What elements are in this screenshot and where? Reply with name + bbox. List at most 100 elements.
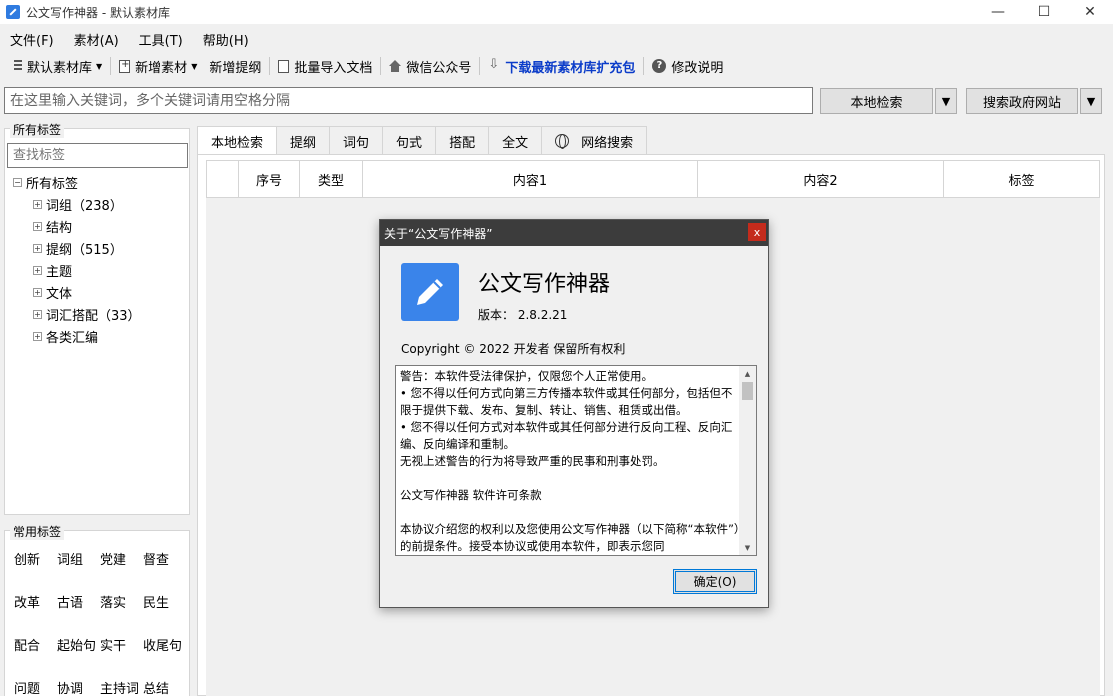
local-search-button[interactable]: 本地检索 [820,88,933,114]
new-outline-button[interactable]: 新增提纲 [203,54,267,78]
tree-item[interactable]: + 各类汇编 [13,325,141,347]
download-pack-label: 下载最新素材库扩充包 [505,60,636,76]
changelog-label: 修改说明 [671,60,724,76]
tree-item-label: 词汇搭配（33） [46,308,141,324]
expand-icon[interactable]: + [33,265,42,275]
common-tag[interactable]: 古语 [57,592,100,635]
new-material-label: 新增素材 [135,60,188,76]
tab-sentence-patterns[interactable]: 句式 [382,126,437,155]
common-tag[interactable]: 起始句 [57,635,100,678]
tab-full-text[interactable]: 全文 [488,126,543,155]
globe-icon [555,134,570,149]
license-text: 警告：本软件受法律保护，仅限您个人正常使用。 • 您不得以任何方式向第三方传播本… [400,369,740,553]
expand-icon[interactable]: + [33,331,42,341]
tag-search-input[interactable] [7,143,188,168]
close-button[interactable]: ✕ [1067,0,1113,24]
tab-collocations[interactable]: 搭配 [435,126,490,155]
keyword-search-input[interactable] [4,87,813,114]
tree-item-label: 各类汇编 [46,330,99,346]
menu-material[interactable]: 素材(A) [64,30,129,49]
common-tag[interactable]: 主持词 [100,678,143,696]
common-tag[interactable]: 词组 [57,549,100,592]
common-tag[interactable]: 民生 [143,592,186,635]
common-tag[interactable]: 收尾句 [143,635,186,678]
chevron-down-icon: ▼ [96,61,103,71]
tree-item[interactable]: + 结构 [13,215,141,237]
column-header-index[interactable]: 序号 [239,161,300,197]
tab-web-search[interactable]: 网络搜索 [541,126,648,155]
tab-phrases[interactable]: 词句 [329,126,384,155]
tree-item[interactable]: + 文体 [13,281,141,303]
common-tag[interactable]: 配合 [14,635,57,678]
common-tag[interactable]: 改革 [14,592,57,635]
common-tag[interactable]: 党建 [100,549,143,592]
expand-icon[interactable]: + [33,199,42,209]
menu-help[interactable]: 帮助(H) [193,30,259,49]
menu-file[interactable]: 文件(F) [0,30,64,49]
common-tag[interactable]: 实干 [100,635,143,678]
help-icon: ? [652,59,667,73]
tree-item[interactable]: + 提纲（515） [13,237,141,259]
common-tag[interactable]: 督查 [143,549,186,592]
column-header-select[interactable] [207,161,239,197]
new-document-icon [119,59,131,73]
common-tag[interactable]: 创新 [14,549,57,592]
about-dialog: 关于“公文写作神器” x 公文写作神器 版本： 2.8.2.21 Copyrig… [379,219,769,608]
new-material-button[interactable]: 新增素材 ▼ [113,54,203,78]
common-tag[interactable]: 协调 [57,678,100,696]
toolbar-divider [643,57,645,75]
tab-outline[interactable]: 提纲 [276,126,331,155]
column-header-content1[interactable]: 内容1 [363,161,698,197]
library-select-button[interactable]: 默认素材库 ▼ [8,54,108,78]
scroll-thumb[interactable] [742,382,753,400]
toolbar: 默认素材库 ▼ 新增素材 ▼ 新增提纲 批量导入文档 微信公众号 下载最新素材库… [0,53,1113,79]
wechat-button[interactable]: 微信公众号 [383,54,477,78]
tree-item-label: 提纲（515） [46,242,123,258]
dialog-title-bar: 关于“公文写作神器” x [380,220,768,246]
results-table-header: 序号 类型 内容1 内容2 标签 [206,160,1100,198]
license-textbox[interactable]: 警告：本软件受法律保护，仅限您个人正常使用。 • 您不得以任何方式向第三方传播本… [395,365,757,556]
column-header-type[interactable]: 类型 [300,161,363,197]
maximize-button[interactable]: ☐ [1021,0,1067,24]
tree-item-label: 词组（238） [46,198,123,214]
collapse-icon[interactable]: − [13,177,22,187]
common-tag[interactable]: 总结 [143,678,186,696]
license-scrollbar[interactable]: ▲ ▼ [739,366,756,555]
common-tag[interactable]: 问题 [14,678,57,696]
expand-icon[interactable]: + [33,287,42,297]
gov-search-dropdown[interactable]: ▼ [1080,88,1102,114]
tree-item[interactable]: + 词汇搭配（33） [13,303,141,325]
scroll-up-icon[interactable]: ▲ [739,366,756,381]
minimize-button[interactable]: — [975,0,1021,24]
new-outline-label: 新增提纲 [209,60,262,76]
tree-root[interactable]: − 所有标签 [13,171,141,193]
local-search-dropdown[interactable]: ▼ [935,88,957,114]
common-tag[interactable]: 落实 [100,592,143,635]
tree-item-label: 文体 [46,286,73,302]
toolbar-divider [110,57,112,75]
common-tags-title: 常用标签 [10,523,65,540]
gov-search-button[interactable]: 搜索政府网站 [966,88,1078,114]
column-header-tags[interactable]: 标签 [944,161,1099,197]
dialog-title: 关于“公文写作神器” [384,226,493,241]
ok-button[interactable]: 确定(O) [673,569,757,594]
tab-local-search[interactable]: 本地检索 [197,126,278,156]
expand-icon[interactable]: + [33,243,42,253]
column-header-content2[interactable]: 内容2 [698,161,944,197]
window-controls: — ☐ ✕ [975,0,1113,24]
changelog-button[interactable]: ? 修改说明 [646,54,729,78]
menu-tools[interactable]: 工具(T) [129,30,193,49]
menu-bar: 文件(F) 素材(A) 工具(T) 帮助(H) [0,28,259,50]
title-bar: 公文写作神器 - 默认素材库 — ☐ ✕ [0,0,1113,24]
dialog-version: 版本： 2.8.2.21 [478,308,568,322]
scroll-down-icon[interactable]: ▼ [739,540,756,555]
tree-item[interactable]: + 主题 [13,259,141,281]
import-docs-button[interactable]: 批量导入文档 [272,54,378,78]
dialog-close-button[interactable]: x [748,223,766,241]
download-icon [488,57,500,73]
tree-item[interactable]: + 词组（238） [13,193,141,215]
dialog-app-name: 公文写作神器 [478,272,611,297]
download-pack-button[interactable]: 下载最新素材库扩充包 [482,54,641,78]
expand-icon[interactable]: + [33,309,42,319]
expand-icon[interactable]: + [33,221,42,231]
